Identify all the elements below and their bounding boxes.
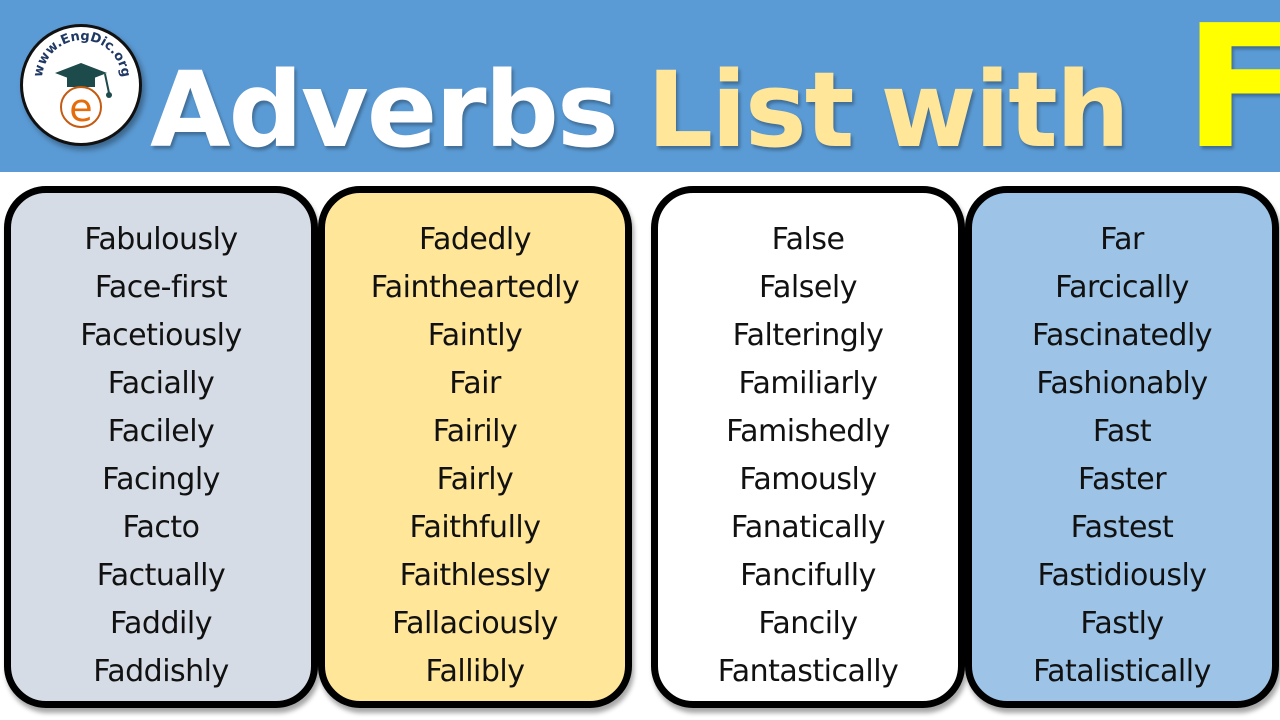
list-item: Fastidiously bbox=[1037, 558, 1207, 593]
logo-letter: e bbox=[69, 86, 92, 130]
list-item: Fastly bbox=[1080, 606, 1164, 641]
list-item: Faintheartedly bbox=[370, 270, 580, 305]
list-item: Falsely bbox=[759, 270, 857, 305]
list-item: Fabulously bbox=[84, 222, 238, 257]
word-column-2: Fadedly Faintheartedly Faintly Fair Fair… bbox=[318, 186, 632, 708]
header-banner: www.EngDic.org e Adverbs List with F bbox=[0, 0, 1280, 187]
list-item: Fairily bbox=[432, 414, 518, 449]
list-item: Faithfully bbox=[409, 510, 542, 545]
list-item: Familiarly bbox=[738, 366, 878, 401]
list-item: Factually bbox=[96, 558, 226, 593]
title-letter: F bbox=[1183, 0, 1280, 187]
list-item: Facto bbox=[122, 510, 201, 545]
list-item: Farcically bbox=[1055, 270, 1189, 305]
list-item: Fadedly bbox=[418, 222, 532, 257]
list-item: Famously bbox=[739, 462, 877, 497]
list-item: Facilely bbox=[107, 414, 215, 449]
title-word-with: with bbox=[880, 49, 1129, 171]
word-list: False Falsely Falteringly Familiarly Fam… bbox=[658, 193, 958, 696]
list-item: Faster bbox=[1077, 462, 1167, 497]
list-item: Facingly bbox=[102, 462, 220, 497]
list-item: Fascinatedly bbox=[1031, 318, 1213, 353]
word-list: Fadedly Faintheartedly Faintly Fair Fair… bbox=[325, 193, 625, 696]
word-list: Far Farcically Fascinatedly Fashionably … bbox=[972, 193, 1272, 696]
list-item: Faithlessly bbox=[399, 558, 551, 593]
list-item: Fancifully bbox=[740, 558, 876, 593]
list-item: Fatalistically bbox=[1033, 654, 1211, 689]
list-item: Famishedly bbox=[726, 414, 890, 449]
list-item: Faddily bbox=[110, 606, 212, 641]
list-item: Facetiously bbox=[80, 318, 242, 353]
list-item: Fair bbox=[449, 366, 501, 401]
list-item: Fastest bbox=[1070, 510, 1174, 545]
word-list: Fabulously Face-first Facetiously Facial… bbox=[11, 193, 311, 696]
list-item: Fallibly bbox=[425, 654, 525, 689]
title-word-list: List bbox=[646, 49, 855, 171]
list-item: Fancily bbox=[758, 606, 858, 641]
list-item: Fallaciously bbox=[392, 606, 558, 641]
page-title: Adverbs List with F bbox=[150, 0, 1280, 187]
word-column-1: Fabulously Face-first Facetiously Facial… bbox=[4, 186, 318, 708]
list-item: Fairly bbox=[436, 462, 514, 497]
list-item: Far bbox=[1100, 222, 1144, 257]
list-item: Fast bbox=[1092, 414, 1152, 449]
title-word-adverbs: Adverbs bbox=[150, 49, 619, 171]
list-item: Face-first bbox=[94, 270, 228, 305]
graduation-cap-icon: www.EngDic.org e bbox=[31, 29, 133, 130]
site-logo: www.EngDic.org e bbox=[20, 24, 142, 146]
word-column-4: Far Farcically Fascinatedly Fashionably … bbox=[965, 186, 1279, 708]
list-item: Fashionably bbox=[1036, 366, 1208, 401]
list-item: Faintly bbox=[427, 318, 523, 353]
list-item: Faddishly bbox=[93, 654, 229, 689]
list-item: False bbox=[771, 222, 845, 257]
word-column-3: False Falsely Falteringly Familiarly Fam… bbox=[651, 186, 965, 708]
list-item: Fantastically bbox=[717, 654, 899, 689]
list-item: Facially bbox=[107, 366, 215, 401]
list-item: Falteringly bbox=[732, 318, 884, 353]
list-item: Fanatically bbox=[730, 510, 886, 545]
